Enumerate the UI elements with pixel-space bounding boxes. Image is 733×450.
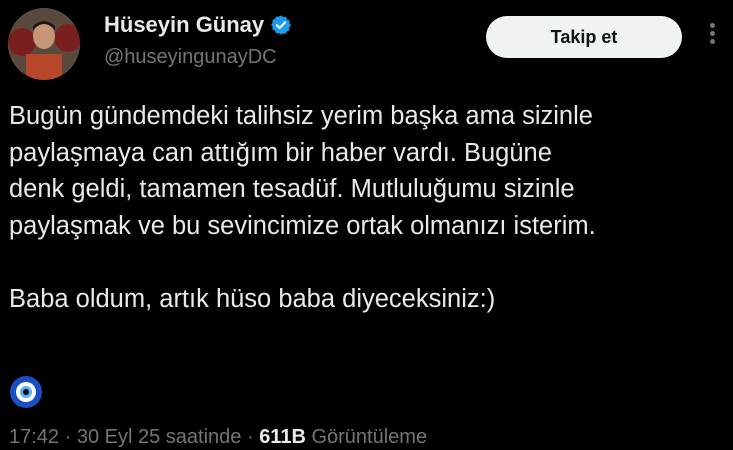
more-options-icon[interactable] <box>706 20 718 56</box>
author-handle[interactable]: @huseyingunayDC <box>104 46 277 69</box>
verified-badge-icon <box>271 15 292 35</box>
avatar[interactable] <box>8 8 80 80</box>
tweet-line: Bugün gündemdeki talihsiz yerim başka am… <box>9 102 593 130</box>
view-count: 611B <box>259 426 306 448</box>
author-name[interactable]: Hüseyin Günay <box>104 12 264 38</box>
tweet-line: Baba oldum, artık hüso baba diyeceksiniz… <box>9 284 496 313</box>
tweet-line: paylaşmak ve bu sevincimize ortak olmanı… <box>9 211 596 240</box>
tweet-time[interactable]: 17:42 <box>9 426 59 448</box>
tweet-line: paylaşmaya can attığım bir haber vardı. … <box>9 138 552 167</box>
dot <box>709 39 715 44</box>
dot <box>709 31 715 36</box>
tweet-date[interactable]: 30 Eyl 25 saatinde <box>77 426 242 448</box>
tweet-text: Bugün gündemdeki talihsiz yerim başka am… <box>9 98 729 317</box>
tweet-meta: 17:42 · 30 Eyl 25 saatinde · 611B Görünt… <box>9 426 427 449</box>
dot <box>709 23 715 28</box>
separator: · <box>241 426 260 448</box>
nazar-amulet-icon <box>10 376 42 408</box>
avatar-image <box>8 8 80 80</box>
separator: · <box>59 426 77 448</box>
follow-button[interactable]: Takip et <box>486 16 682 58</box>
tweet-line: denk geldi, tamamen tesadüf. Mutluluğumu… <box>9 175 575 203</box>
view-label: Görüntüleme <box>311 426 428 448</box>
